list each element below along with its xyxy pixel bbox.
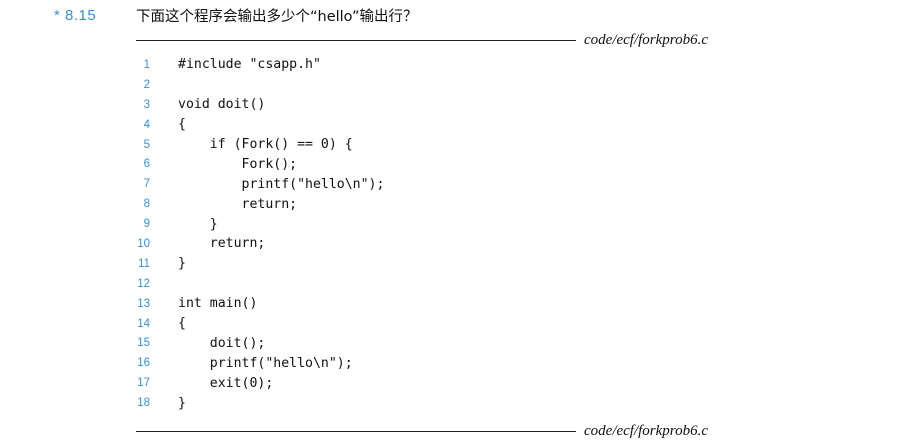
line-number: 9: [143, 218, 150, 231]
line-number: 15: [137, 337, 150, 350]
line-number: 5: [143, 138, 150, 151]
code-line: 7 printf("hello\n");: [130, 174, 385, 194]
line-code: Fork();: [178, 156, 298, 172]
line-number: 18: [137, 397, 150, 410]
line-code: }: [178, 256, 186, 272]
code-line: 12: [130, 274, 384, 294]
line-code: return;: [178, 236, 266, 252]
line-number: 13: [137, 297, 150, 310]
code-line: 1 #include "csapp.h": [130, 55, 384, 75]
line-code: }: [178, 395, 186, 411]
line-number: 1: [143, 58, 150, 71]
line-code: printf("hello\n");: [178, 176, 385, 192]
listing-bottom-rule: [136, 431, 576, 432]
code-line: 2: [130, 75, 384, 95]
line-code: {: [178, 316, 186, 332]
code-line: 17 exit(0);: [130, 373, 384, 393]
line-number: 14: [137, 317, 150, 330]
code-line: 16 printf("hello\n");: [130, 353, 384, 373]
line-number: 3: [143, 98, 150, 111]
line-code: printf("hello\n");: [178, 355, 353, 371]
line-code: void doit(): [178, 97, 266, 113]
code-line: 15 doit();: [130, 333, 384, 353]
line-code: {: [178, 117, 186, 133]
problem-question: 下面这个程序会输出多少个“hello”输出行？: [136, 8, 418, 25]
code-line: 3 void doit(): [130, 95, 384, 115]
listing-filename-top: code/ecf/forkprob6.c: [584, 32, 708, 48]
line-code: exit(0);: [178, 375, 274, 391]
line-code: doit();: [178, 335, 266, 351]
listing-filename-bottom: code/ecf/forkprob6.c: [584, 423, 708, 439]
line-code: return;: [178, 196, 298, 212]
line-number: 16: [137, 357, 150, 370]
code-line: 14 {: [130, 314, 384, 334]
line-number: 8: [143, 198, 150, 211]
line-number: 11: [138, 257, 150, 270]
code-line: 18}: [130, 393, 384, 413]
code-line: 9 }: [130, 214, 384, 234]
line-number: 6: [143, 158, 150, 171]
code-line: 4{: [130, 115, 384, 135]
code-listing: 1 #include "csapp.h" 2 3 void doit() 4{ 5 …: [130, 55, 384, 413]
line-number: 17: [137, 377, 150, 390]
code-line: 8 return;: [130, 194, 384, 214]
code-line: 10 return;: [130, 234, 384, 254]
code-line: 6 Fork();: [130, 154, 384, 174]
code-line: 13 int main(): [130, 294, 384, 314]
line-code: }: [178, 216, 218, 232]
line-number: 10: [137, 237, 150, 250]
problem-heading: * 8.15 下面这个程序会输出多少个“hello”输出行？: [54, 4, 418, 26]
code-line: 5 if (Fork() == 0) {: [130, 135, 384, 155]
line-number: 2: [143, 78, 150, 91]
line-number: 4: [143, 118, 150, 131]
code-line: 11}: [130, 254, 384, 274]
line-number: 7: [143, 178, 150, 191]
problem-number: * 8.15: [54, 6, 97, 24]
listing-top-rule: [136, 40, 576, 41]
line-code: #include "csapp.h": [178, 57, 321, 73]
line-code: int main(): [178, 296, 258, 312]
line-code: if (Fork() == 0) {: [178, 137, 353, 152]
line-number: 12: [137, 277, 150, 290]
